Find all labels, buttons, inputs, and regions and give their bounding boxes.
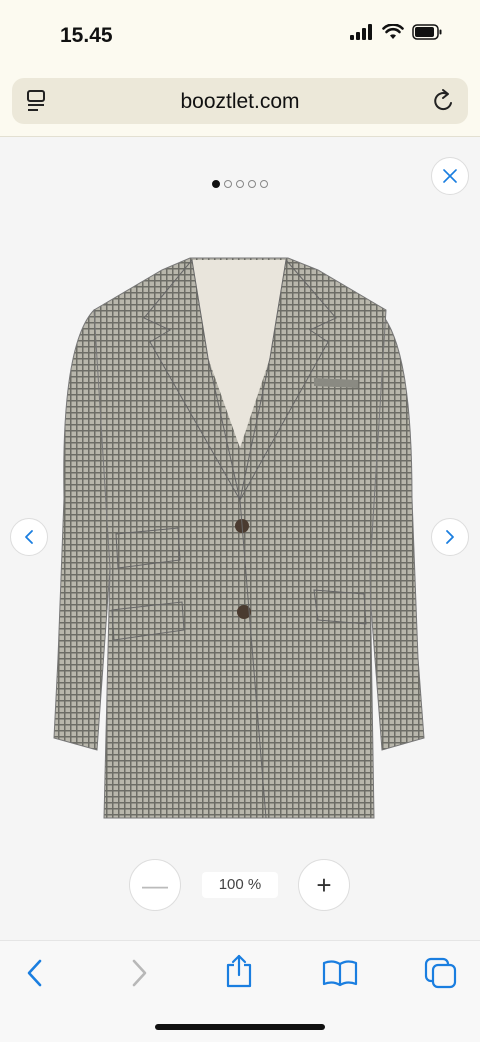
next-image-button[interactable]	[431, 518, 469, 556]
gallery-dot-1[interactable]	[212, 180, 220, 188]
gallery-pagination	[0, 180, 480, 188]
previous-image-button[interactable]	[10, 518, 48, 556]
chevron-right-icon	[446, 530, 454, 544]
reload-icon[interactable]	[432, 88, 456, 114]
plus-icon: +	[316, 869, 332, 900]
gallery-dot-5[interactable]	[260, 180, 268, 188]
product-image	[53, 257, 425, 819]
status-time: 15.45	[60, 24, 113, 47]
signal-icon	[350, 24, 372, 40]
zoom-in-button[interactable]: +	[298, 859, 350, 911]
zoom-level: 100 %	[202, 872, 278, 898]
chevron-left-icon	[25, 530, 33, 544]
gallery-dot-4[interactable]	[248, 180, 256, 188]
status-icons	[350, 24, 442, 40]
share-icon[interactable]	[224, 953, 254, 989]
wifi-icon	[382, 24, 404, 39]
home-indicator	[155, 1024, 325, 1030]
status-bar: 15.45	[0, 0, 480, 70]
forward-icon[interactable]	[128, 957, 150, 989]
address-bar[interactable]: booztlet.com	[12, 78, 468, 124]
battery-icon	[412, 24, 442, 40]
close-icon	[443, 169, 457, 183]
tabs-icon[interactable]	[424, 957, 458, 989]
gallery-dot-3[interactable]	[236, 180, 244, 188]
bookmarks-icon[interactable]	[322, 959, 358, 987]
close-button[interactable]	[431, 157, 469, 195]
back-icon[interactable]	[24, 957, 46, 989]
url-text[interactable]: booztlet.com	[12, 90, 468, 114]
zoom-out-button[interactable]: —	[129, 859, 181, 911]
gallery-dot-2[interactable]	[224, 180, 232, 188]
minus-icon: —	[142, 869, 168, 900]
address-bar-area: booztlet.com	[0, 70, 480, 137]
